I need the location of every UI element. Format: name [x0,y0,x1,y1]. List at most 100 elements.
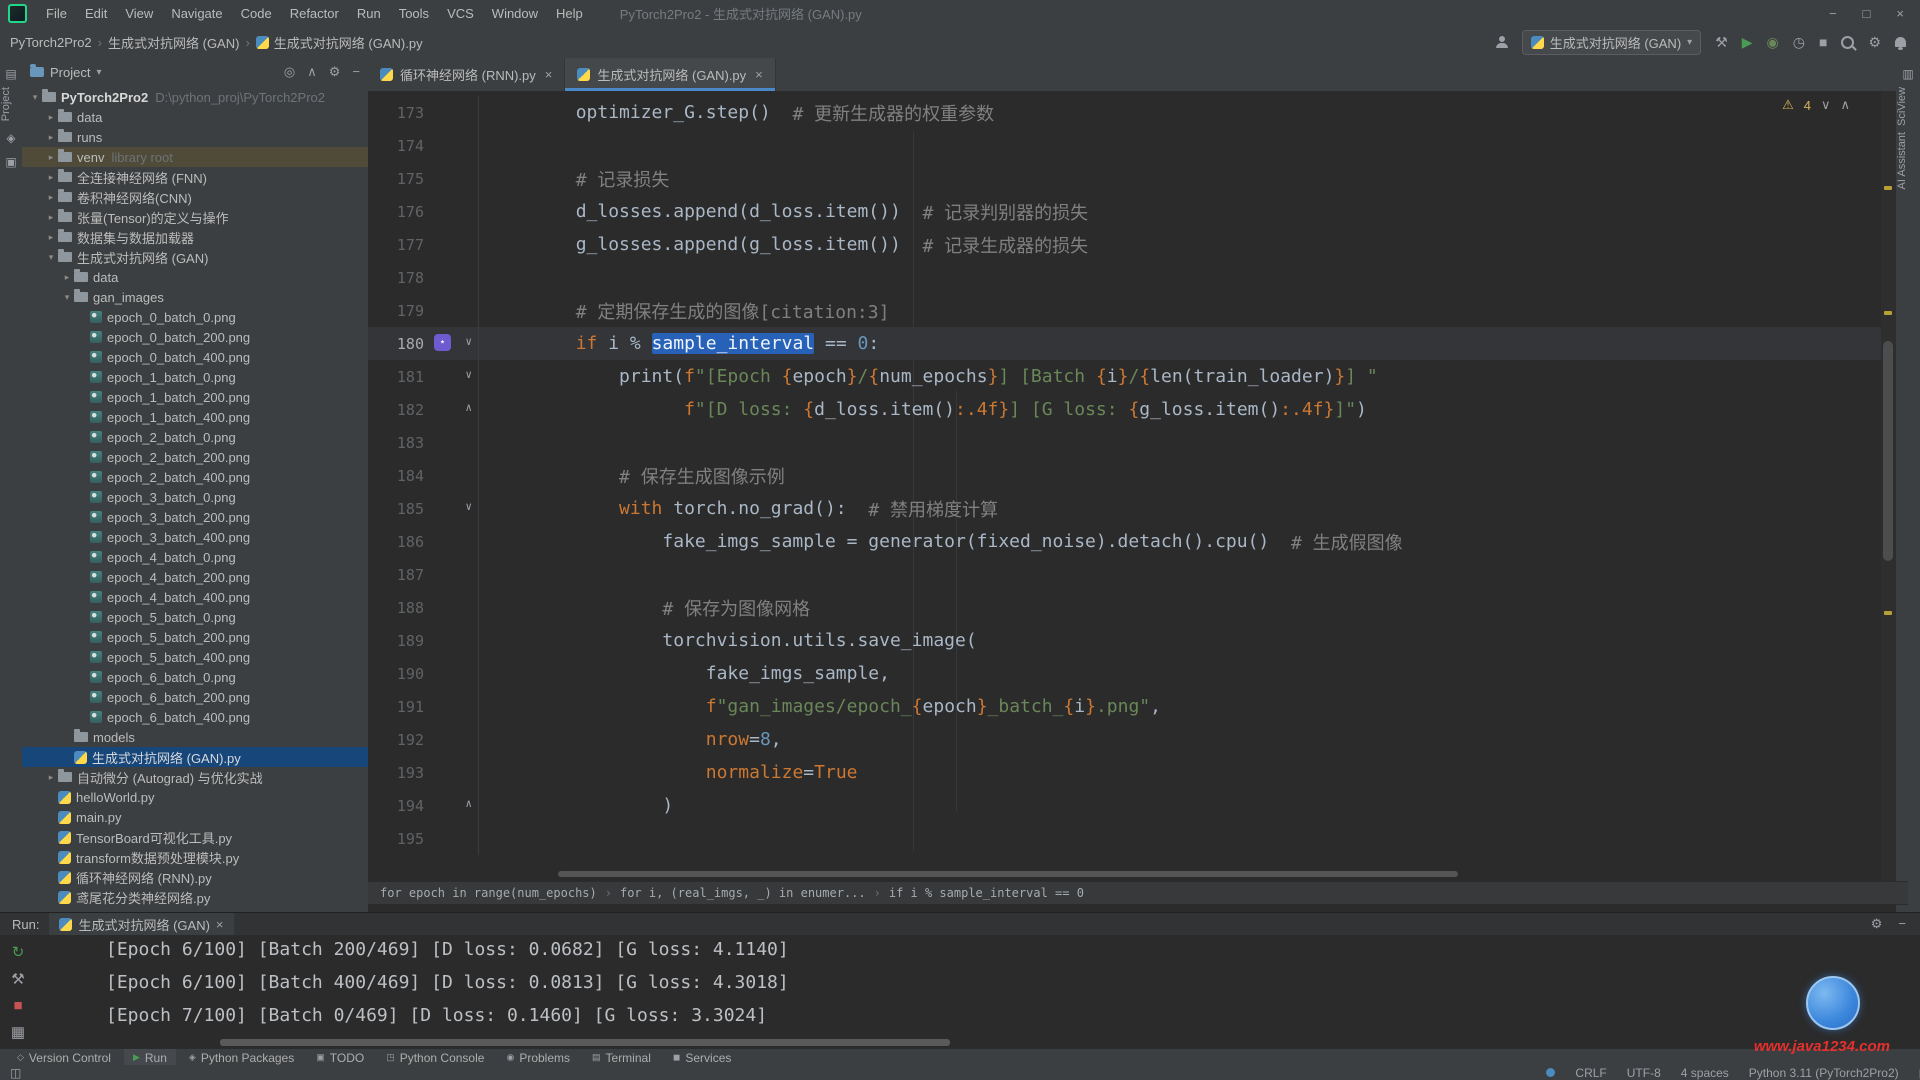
code-line[interactable]: 180⋆∨ if i % sample_interval == 0: [368,327,1896,360]
fold-marker-icon[interactable]: ∨ [465,368,472,381]
tree-row[interactable]: ▸runs [22,127,368,147]
code-line[interactable]: 185∨ with torch.no_grad(): # 禁用梯度计算 [368,492,1896,525]
tree-row[interactable]: epoch_1_batch_0.png [22,367,368,387]
tree-row[interactable]: epoch_2_batch_200.png [22,447,368,467]
console-options-icon[interactable]: ▦ [11,1023,25,1041]
chevron-collapsed-icon[interactable]: ▸ [44,172,58,183]
notifications-icon[interactable]: ▥ [1896,67,1920,81]
prev-problem-icon[interactable]: ∧ [1840,97,1850,113]
chevron-expanded-icon[interactable]: ▾ [44,252,58,263]
tree-row[interactable]: epoch_4_batch_400.png [22,587,368,607]
run-settings-gear-icon[interactable]: ⚙ [1871,916,1883,932]
code-line[interactable]: 188 # 保存为图像网格 [368,591,1896,624]
chevron-collapsed-icon[interactable]: ▸ [44,212,58,223]
menu-tools[interactable]: Tools [390,6,438,21]
breadcrumb-item[interactable]: 生成式对抗网络 (GAN) [108,33,239,52]
tree-row[interactable]: epoch_1_batch_200.png [22,387,368,407]
context-item[interactable]: for i, (real_imgs, _) in enumer... [620,886,866,900]
tree-row[interactable]: ▾gan_images [22,287,368,307]
rerun-icon[interactable]: ↻ [12,943,25,961]
code-line[interactable]: 173 optimizer_G.step() # 更新生成器的权重参数 [368,96,1896,129]
project-stripe-label[interactable]: Project [0,87,22,121]
code-line[interactable]: 191 f"gan_images/epoch_{epoch}_batch_{i}… [368,690,1896,723]
ai-assistant-icon[interactable]: ⋆ [434,334,451,351]
warning-mark[interactable] [1884,611,1892,615]
minimize-icon[interactable]: − [1829,6,1837,21]
menu-window[interactable]: Window [483,6,547,21]
tree-row[interactable]: 生成式对抗网络 (GAN).py [22,747,368,767]
close-icon[interactable]: × [1896,6,1904,21]
chevron-expanded-icon[interactable]: ▾ [28,92,42,103]
tree-row[interactable]: epoch_5_batch_200.png [22,627,368,647]
floating-badge[interactable] [1806,976,1860,1030]
tree-row[interactable]: epoch_3_batch_400.png [22,527,368,547]
code-line[interactable]: 186 fake_imgs_sample = generator(fixed_n… [368,525,1896,558]
toolwindow-button-terminal[interactable]: ▤Terminal [583,1049,660,1066]
code-line[interactable]: 174 [368,129,1896,162]
context-item[interactable]: for epoch in range(num_epochs) [380,886,597,900]
tree-row[interactable]: ▸venvlibrary root [22,147,368,167]
run-play-icon[interactable]: ▶ [1742,35,1753,49]
tree-row[interactable]: transform数据预处理模块.py [22,847,368,867]
run-config-selector[interactable]: 生成式对抗网络 (GAN) ▾ [1522,30,1701,55]
tree-row[interactable]: 鸢尾花分类神经网络.py [22,887,368,907]
bookmarks-icon[interactable]: ▣ [0,155,22,169]
status-item-1[interactable]: UTF-8 [1627,1066,1661,1080]
tree-row[interactable]: epoch_0_batch_0.png [22,307,368,327]
code-line[interactable]: 181∨ print(f"[Epoch {epoch}/{num_epochs}… [368,360,1896,393]
tree-row[interactable]: ▸data [22,267,368,287]
tree-row[interactable]: ▸数据集与数据加载器 [22,227,368,247]
stop-icon[interactable]: ■ [13,997,22,1014]
menu-edit[interactable]: Edit [76,6,116,21]
sciview-stripe-label[interactable]: SciView [1896,87,1920,126]
status-item-3[interactable]: Python 3.11 (PyTorch2Pro2) [1749,1066,1899,1080]
chevron-collapsed-icon[interactable]: ▸ [44,232,58,243]
tree-row[interactable]: TensorBoard可视化工具.py [22,827,368,847]
tree-row[interactable]: ▸卷积神经网络(CNN) [22,187,368,207]
editor-tab[interactable]: 生成式对抗网络 (GAN).py× [565,58,775,91]
breadcrumb-item[interactable]: PyTorch2Pro2 [10,35,92,50]
code-line[interactable]: 182∧ f"[D loss: {d_loss.item():.4f}] [G … [368,393,1896,426]
close-icon[interactable]: × [216,917,224,932]
run-console[interactable]: [Epoch 6/100] [Batch 200/469] [D loss: 0… [106,933,789,1032]
settings-gear-icon[interactable]: ⚙ [1868,35,1881,49]
debug-icon[interactable]: ◉ [1767,35,1779,49]
chevron-collapsed-icon[interactable]: ▸ [44,112,58,123]
tree-row[interactable]: main.py [22,807,368,827]
toolwindow-button-version-control[interactable]: ◇Version Control [8,1049,120,1066]
chevron-expanded-icon[interactable]: ▾ [60,292,74,303]
search-icon[interactable] [1841,36,1854,49]
tree-row[interactable]: epoch_0_batch_200.png [22,327,368,347]
tree-row[interactable]: 循环神经网络 (RNN).py [22,867,368,887]
code-line[interactable]: 187 [368,558,1896,591]
code-line[interactable]: 178 [368,261,1896,294]
status-item-0[interactable]: CRLF [1575,1066,1606,1080]
menu-file[interactable]: File [37,6,76,21]
tree-row[interactable]: epoch_0_batch_400.png [22,347,368,367]
run-tab[interactable]: 生成式对抗网络 (GAN) × [49,913,233,935]
fold-marker-icon[interactable]: ∨ [465,500,472,513]
maximize-icon[interactable]: □ [1863,6,1871,21]
context-item[interactable]: if i % sample_interval == 0 [889,886,1084,900]
locate-file-icon[interactable]: ◎ [284,64,295,80]
event-indicator-icon[interactable] [1546,1068,1555,1077]
menu-run[interactable]: Run [348,6,390,21]
build-hammer-icon[interactable]: ⚒ [1715,35,1728,49]
menu-view[interactable]: View [116,6,162,21]
close-icon[interactable]: × [755,67,763,82]
code-line[interactable]: 193 normalize=True [368,756,1896,789]
structure-icon[interactable]: ◈ [0,131,22,145]
toolwindow-button-run[interactable]: ▶Run [124,1049,176,1066]
code-line[interactable]: 192 nrow=8, [368,723,1896,756]
chevron-collapsed-icon[interactable]: ▸ [44,152,58,163]
tree-row[interactable]: epoch_1_batch_400.png [22,407,368,427]
code-editor[interactable]: 173 optimizer_G.step() # 更新生成器的权重参数174 17… [368,91,1896,881]
console-horizontal-scrollbar[interactable] [220,1039,950,1046]
tree-row[interactable]: models [22,727,368,747]
toolwindow-button-todo[interactable]: ▣TODO [307,1049,373,1066]
chevron-collapsed-icon[interactable]: ▸ [44,772,58,783]
tree-row[interactable]: epoch_3_batch_200.png [22,507,368,527]
vertical-scrollbar[interactable] [1883,341,1893,561]
menu-help[interactable]: Help [547,6,592,21]
fold-marker-icon[interactable]: ∨ [465,335,472,348]
